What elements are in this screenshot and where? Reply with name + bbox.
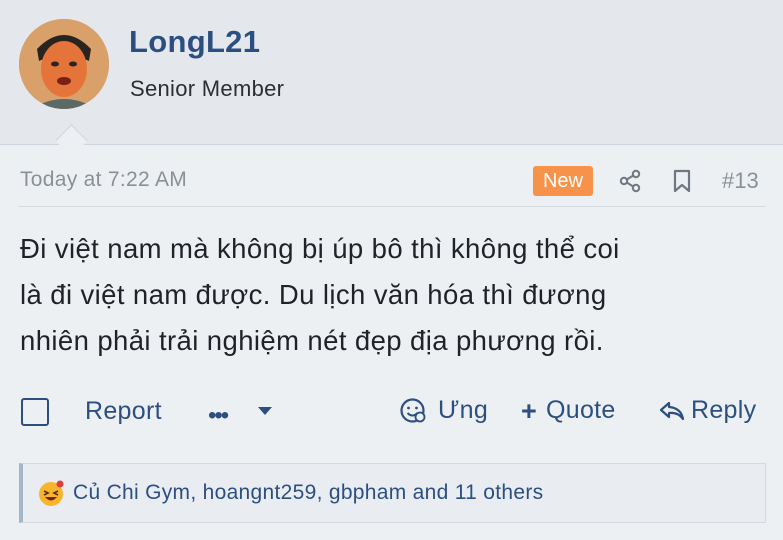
header-divider <box>0 144 783 145</box>
avatar[interactable] <box>19 19 109 109</box>
post-body-line: nhiên phải trải nghiệm nét đẹp địa phươn… <box>20 325 604 356</box>
share-icon[interactable] <box>617 168 643 194</box>
username[interactable]: LongL21 <box>129 24 260 60</box>
laughing-emoji-icon <box>39 480 64 506</box>
avatar-portrait-icon <box>19 19 109 109</box>
user-header <box>0 0 783 145</box>
meta-divider <box>18 206 766 207</box>
more-options-button[interactable]: ••• <box>208 402 229 430</box>
react-button[interactable]: Ưng <box>438 396 488 425</box>
chevron-down-icon[interactable] <box>258 407 272 415</box>
reaction-smiley-icon[interactable] <box>399 397 426 424</box>
new-badge: New <box>533 166 593 196</box>
plus-icon[interactable]: + <box>521 396 537 427</box>
bookmark-icon[interactable] <box>670 168 694 194</box>
reply-button[interactable]: Reply <box>691 396 756 425</box>
quote-button[interactable]: Quote <box>546 396 616 425</box>
reply-icon[interactable] <box>658 398 686 424</box>
reactions-summary[interactable]: Củ Chi Gym, hoangnt259, gbpham and 11 ot… <box>73 481 543 505</box>
post-number[interactable]: #13 <box>722 168 759 194</box>
post-body-line: là đi việt nam được. Du lịch văn hóa thì… <box>20 279 607 310</box>
post-body-line: Đi việt nam mà không bị úp bô thì không … <box>20 233 620 264</box>
select-checkbox[interactable] <box>21 398 49 426</box>
post-body: Đi việt nam mà không bị úp bô thì không … <box>20 226 770 364</box>
report-link[interactable]: Report <box>85 397 162 426</box>
user-title: Senior Member <box>130 76 285 101</box>
post-timestamp[interactable]: Today at 7:22 AM <box>20 168 187 192</box>
